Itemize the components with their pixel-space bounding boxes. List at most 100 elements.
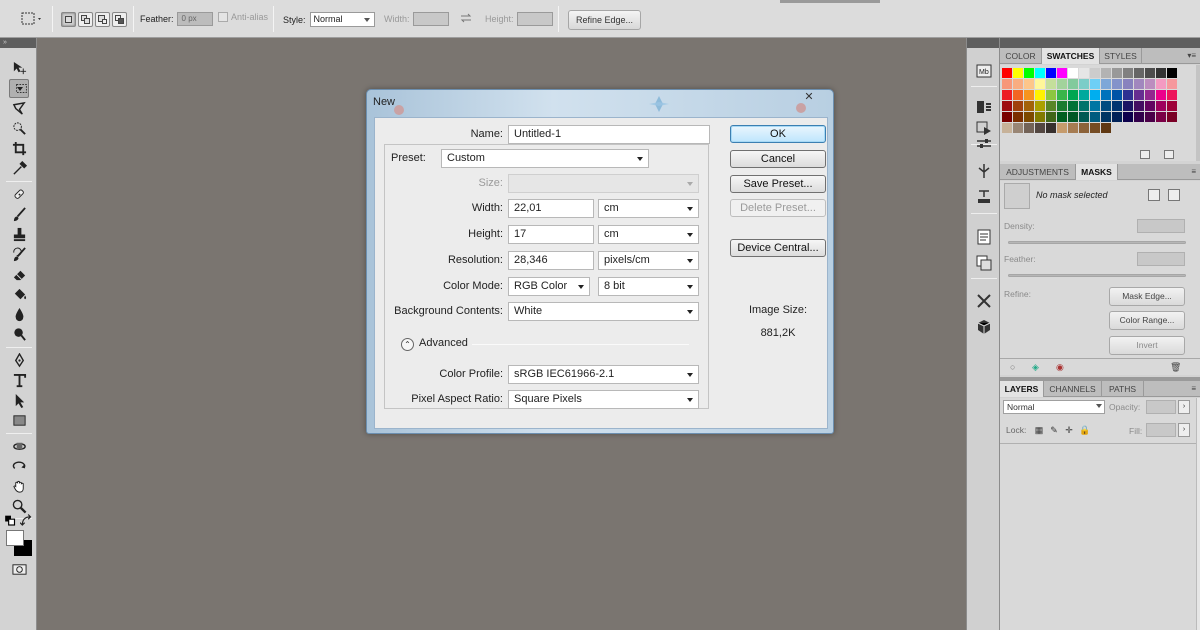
color-swatch[interactable] bbox=[1101, 90, 1111, 100]
color-swatch[interactable] bbox=[1090, 112, 1100, 122]
density-input[interactable] bbox=[1137, 219, 1185, 233]
tab-color[interactable]: COLOR bbox=[1000, 48, 1042, 64]
lock-transparency-icon[interactable]: ▦ bbox=[1034, 425, 1044, 435]
panel-menu-icon[interactable]: ▾≡ bbox=[1187, 51, 1196, 60]
foreground-color-swatch[interactable] bbox=[6, 530, 24, 546]
hand-tool[interactable] bbox=[9, 477, 29, 495]
tab-swatches[interactable]: SWATCHES bbox=[1042, 48, 1100, 64]
color-swatch[interactable] bbox=[1145, 101, 1155, 111]
paragraph-icon[interactable] bbox=[975, 228, 993, 246]
delete-swatch-icon[interactable] bbox=[1164, 150, 1174, 159]
rectangle-tool[interactable] bbox=[9, 411, 29, 429]
history-icon[interactable] bbox=[975, 98, 993, 116]
width-unit-select[interactable]: cm bbox=[598, 199, 699, 218]
zoom-tool[interactable] bbox=[9, 497, 29, 515]
color-swatch[interactable] bbox=[1024, 68, 1034, 78]
tab-styles[interactable]: STYLES bbox=[1100, 48, 1142, 64]
size-select[interactable] bbox=[508, 174, 699, 193]
ok-button[interactable]: OK bbox=[730, 125, 826, 143]
color-swatch[interactable] bbox=[1112, 79, 1122, 89]
apply-mask-icon[interactable]: ◈ bbox=[1032, 362, 1039, 373]
rectangular-marquee-tool[interactable] bbox=[9, 79, 29, 98]
color-swatch[interactable] bbox=[1068, 79, 1078, 89]
style-select[interactable]: Normal bbox=[309, 12, 375, 27]
cancel-button[interactable]: Cancel bbox=[730, 150, 826, 168]
color-swatch[interactable] bbox=[1123, 90, 1133, 100]
color-swatch[interactable] bbox=[1090, 101, 1100, 111]
trash-icon[interactable]: 🗑 bbox=[1170, 362, 1181, 373]
color-swatch[interactable] bbox=[1112, 112, 1122, 122]
color-mode-select[interactable]: RGB Color bbox=[508, 277, 590, 296]
color-swatch[interactable] bbox=[1068, 68, 1078, 78]
mask-edge-button[interactable]: Mask Edge... bbox=[1109, 287, 1185, 306]
disable-mask-icon[interactable]: ◉ bbox=[1056, 362, 1064, 373]
color-swatch[interactable] bbox=[1079, 68, 1089, 78]
advanced-label[interactable]: Advanced bbox=[419, 337, 468, 349]
color-swatch[interactable] bbox=[1013, 123, 1023, 133]
color-swatch[interactable] bbox=[1145, 79, 1155, 89]
pixel-mask-icon[interactable] bbox=[1148, 189, 1160, 201]
color-swatch[interactable] bbox=[1024, 101, 1034, 111]
tab-masks[interactable]: MASKS bbox=[1076, 164, 1118, 180]
panel-menu-icon[interactable]: ≡ bbox=[1191, 384, 1196, 393]
resolution-unit-select[interactable]: pixels/cm bbox=[598, 251, 699, 270]
color-swatch[interactable] bbox=[1134, 79, 1144, 89]
color-swatch[interactable] bbox=[1123, 79, 1133, 89]
color-swatch[interactable] bbox=[1046, 112, 1056, 122]
blur-tool[interactable] bbox=[9, 305, 29, 323]
3d-rotate-tool[interactable] bbox=[9, 437, 29, 455]
color-swatch[interactable] bbox=[1079, 112, 1089, 122]
panels-header[interactable] bbox=[1000, 38, 1200, 48]
swatches-scrollbar[interactable] bbox=[1196, 65, 1200, 161]
lock-position-icon[interactable]: ✛ bbox=[1064, 425, 1074, 435]
dodge-tool[interactable] bbox=[9, 325, 29, 343]
color-swatch[interactable] bbox=[1090, 79, 1100, 89]
color-swatch[interactable] bbox=[1123, 68, 1133, 78]
height-unit-select[interactable]: cm bbox=[598, 225, 699, 244]
color-swatch[interactable] bbox=[1057, 123, 1067, 133]
color-swatch[interactable] bbox=[1090, 90, 1100, 100]
color-swatch[interactable] bbox=[1167, 79, 1177, 89]
pixel-aspect-ratio-select[interactable]: Square Pixels bbox=[508, 390, 699, 409]
tool-presets-icon[interactable] bbox=[975, 292, 993, 310]
color-swatch[interactable] bbox=[1002, 79, 1012, 89]
history-brush-tool[interactable] bbox=[9, 245, 29, 263]
fill-input[interactable] bbox=[1146, 423, 1176, 437]
lasso-tool[interactable] bbox=[9, 99, 29, 117]
add-to-selection-button[interactable] bbox=[78, 12, 93, 27]
color-swatch[interactable] bbox=[1156, 90, 1166, 100]
intersect-selection-button[interactable] bbox=[112, 12, 127, 27]
3d-icon[interactable] bbox=[975, 318, 993, 336]
tools-panel-header[interactable]: » bbox=[0, 38, 36, 48]
color-swatch[interactable] bbox=[1057, 79, 1067, 89]
eraser-tool[interactable] bbox=[9, 265, 29, 283]
color-swatch[interactable] bbox=[1112, 68, 1122, 78]
color-swatch[interactable] bbox=[1002, 112, 1012, 122]
default-colors-button[interactable] bbox=[4, 514, 18, 528]
color-swatch[interactable] bbox=[1046, 68, 1056, 78]
color-swatch[interactable] bbox=[1167, 112, 1177, 122]
invert-button[interactable]: Invert bbox=[1109, 336, 1185, 355]
color-swatch[interactable] bbox=[1024, 79, 1034, 89]
color-swatch[interactable] bbox=[1035, 101, 1045, 111]
crop-tool[interactable] bbox=[9, 139, 29, 157]
tool-preset-picker[interactable] bbox=[21, 11, 43, 27]
color-swatch[interactable] bbox=[1024, 123, 1034, 133]
color-swatch[interactable] bbox=[1167, 101, 1177, 111]
color-swatch[interactable] bbox=[1046, 123, 1056, 133]
opacity-slider-button[interactable]: › bbox=[1178, 400, 1190, 414]
color-swatch[interactable] bbox=[1090, 68, 1100, 78]
color-swatch[interactable] bbox=[1057, 90, 1067, 100]
quick-mask-button[interactable] bbox=[9, 560, 29, 578]
layers-scrollbar[interactable] bbox=[1196, 398, 1200, 630]
resolution-input[interactable]: 28,346 bbox=[508, 251, 594, 270]
color-swatch[interactable] bbox=[1035, 90, 1045, 100]
density-slider[interactable] bbox=[1008, 241, 1186, 244]
load-selection-icon[interactable]: ○ bbox=[1010, 362, 1015, 372]
color-swatch[interactable] bbox=[1057, 68, 1067, 78]
color-swatch[interactable] bbox=[1013, 79, 1023, 89]
color-swatch[interactable] bbox=[1057, 112, 1067, 122]
color-swatch[interactable] bbox=[1112, 101, 1122, 111]
color-swatch[interactable] bbox=[1046, 79, 1056, 89]
color-swatch[interactable] bbox=[1013, 68, 1023, 78]
